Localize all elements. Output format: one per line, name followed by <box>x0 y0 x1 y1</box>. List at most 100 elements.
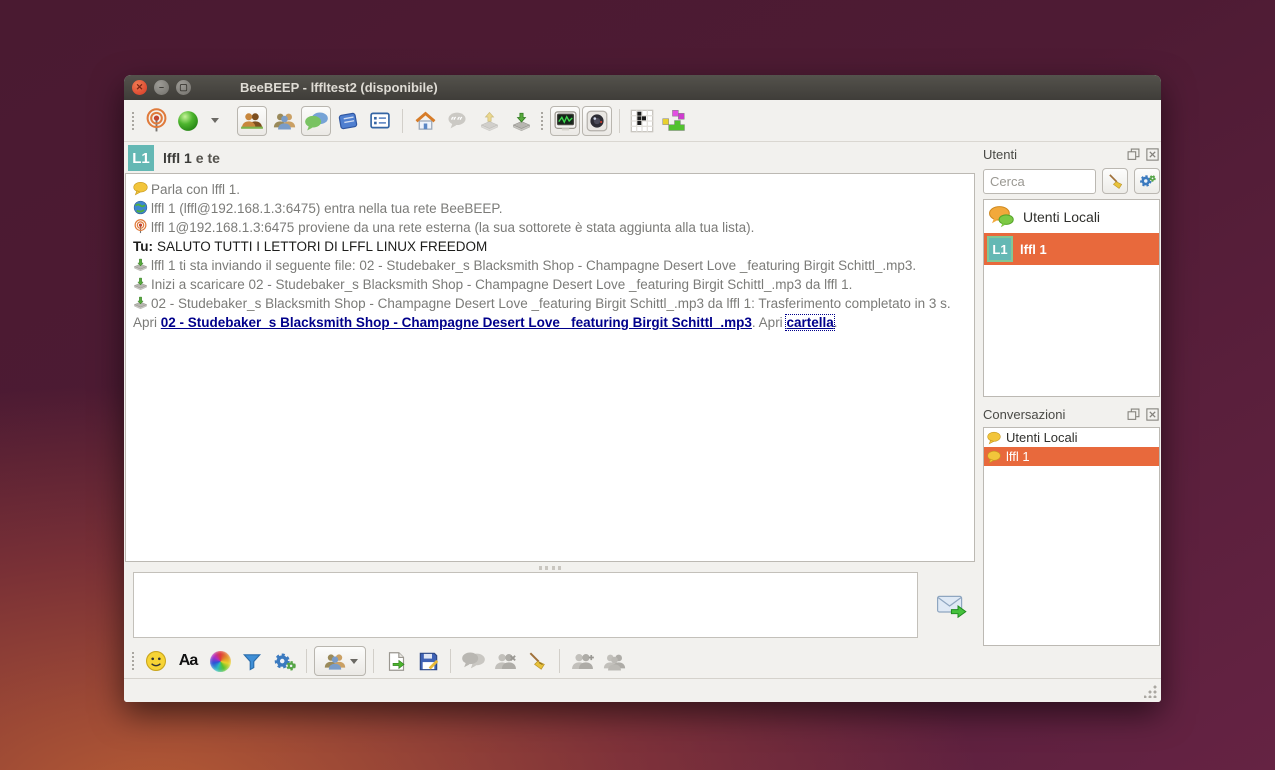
users-group-row[interactable]: Utenti Locali <box>984 200 1159 233</box>
users-icon <box>240 111 264 130</box>
message-input-box[interactable] <box>133 572 918 638</box>
conversations-list[interactable]: Utenti Locali lffl 1 <box>983 427 1160 646</box>
create-group-button[interactable] <box>567 646 597 676</box>
users-panel-titlebar: Utenti <box>983 145 1160 163</box>
save-chat-button[interactable] <box>413 646 443 676</box>
clear-bubbles-button[interactable] <box>458 646 488 676</box>
quote-bubble-icon <box>445 111 469 130</box>
users-settings-button[interactable] <box>1134 168 1160 194</box>
open-file-link[interactable]: 02 - Studebaker_s Blacksmith Shop - Cham… <box>161 315 752 330</box>
edit-group-button[interactable] <box>599 646 629 676</box>
remove-user-icon <box>493 652 518 671</box>
tetris-icon <box>661 109 687 132</box>
conversation-row[interactable]: Utenti Locali <box>984 428 1159 447</box>
file-download-icon <box>133 257 148 272</box>
broadcast-icon <box>144 108 169 133</box>
user-row-selected[interactable]: L1 lffl 1 <box>984 233 1159 265</box>
resize-grip[interactable] <box>1144 685 1157 698</box>
conversations-panel-titlebar: Conversazioni <box>983 405 1160 423</box>
group-membership-button[interactable] <box>314 646 366 676</box>
sender-label: Tu: <box>133 239 153 254</box>
scroll-icon <box>337 111 359 131</box>
globe-icon <box>133 200 148 215</box>
show-users-button[interactable] <box>237 106 267 136</box>
font-icon: Aa <box>179 652 197 670</box>
toolbar-drag-handle[interactable] <box>132 652 136 670</box>
broadcast-icon <box>133 219 148 234</box>
close-panel-button[interactable] <box>1145 147 1160 161</box>
chat-input-splitter[interactable] <box>125 565 975 571</box>
chat-message: lffl 1@192.168.1.3:6475 proviene da una … <box>133 218 967 237</box>
search-input[interactable] <box>983 169 1096 194</box>
smiley-icon <box>145 650 167 672</box>
chat-message: 02 - Studebaker_s Blacksmith Shop - Cham… <box>133 294 967 332</box>
status-available-icon <box>177 110 199 132</box>
chat-message-log[interactable]: Parla con lffl 1. lffl 1 (lffl@192.168.1… <box>125 173 975 562</box>
game-plugin-button[interactable] <box>659 106 689 136</box>
font-button[interactable]: Aa <box>173 646 203 676</box>
window-title: BeeBEEP - lffltest2 (disponibile) <box>240 80 438 95</box>
color-wheel-icon <box>210 651 231 672</box>
file-download-icon <box>133 295 148 310</box>
upload-file-icon <box>478 111 501 131</box>
user-group-icon <box>323 652 347 670</box>
float-panel-button[interactable] <box>1126 407 1141 421</box>
show-options-button[interactable] <box>365 106 395 136</box>
send-file-icon <box>386 651 407 672</box>
home-icon <box>414 111 437 131</box>
close-panel-button[interactable] <box>1145 407 1160 421</box>
float-panel-icon <box>1127 408 1140 421</box>
maximize-window-button[interactable]: ▢ <box>176 80 191 95</box>
show-groups-button[interactable] <box>269 106 299 136</box>
edit-group-icon <box>602 652 627 671</box>
users-group-label: Utenti Locali <box>1023 209 1100 225</box>
chat-settings-button[interactable] <box>269 646 299 676</box>
send-message-button[interactable] <box>932 589 972 623</box>
upload-file-button[interactable] <box>474 106 504 136</box>
broom-icon <box>1107 173 1124 190</box>
broom-icon <box>527 651 547 671</box>
code-plugin-button[interactable] <box>627 106 657 136</box>
status-button[interactable] <box>173 106 203 136</box>
font-color-button[interactable] <box>205 646 235 676</box>
chat-message: lffl 1 (lffl@192.168.1.3:6475) entra nel… <box>133 199 967 218</box>
message-input[interactable] <box>134 573 917 637</box>
status-menu-button[interactable] <box>205 106 221 136</box>
gears-icon <box>1138 173 1157 189</box>
titlebar[interactable]: ✕ – ▢ BeeBEEP - lffltest2 (disponibile) <box>124 75 1161 100</box>
chat-bubble-icon <box>987 431 1001 445</box>
chat-bubbles-icon <box>304 111 329 131</box>
float-panel-icon <box>1127 148 1140 161</box>
clear-chat-button[interactable] <box>522 646 552 676</box>
broadcast-button[interactable] <box>141 106 171 136</box>
user-name: lffl 1 <box>1020 242 1047 257</box>
chat-peer-name: lffl 1 <box>163 150 192 166</box>
chat-header: L1 lffl 1e te <box>128 144 220 172</box>
chat-title-suffix: e te <box>196 150 220 166</box>
show-chats-button[interactable] <box>301 106 331 136</box>
funnel-icon <box>242 652 262 671</box>
close-window-button[interactable]: ✕ <box>132 80 147 95</box>
show-activities-button[interactable] <box>333 106 363 136</box>
send-file-button[interactable] <box>381 646 411 676</box>
open-folder-link[interactable]: cartella <box>786 315 833 330</box>
home-chat-button[interactable] <box>410 106 440 136</box>
conversation-row-selected[interactable]: lffl 1 <box>984 447 1159 466</box>
leave-chat-button[interactable] <box>490 646 520 676</box>
quoted-messages-button[interactable] <box>442 106 472 136</box>
screenshot-button[interactable] <box>550 106 580 136</box>
toolbar-drag-handle[interactable] <box>541 112 545 130</box>
main-toolbar <box>124 100 1161 142</box>
float-panel-button[interactable] <box>1126 147 1141 161</box>
download-file-button[interactable] <box>506 106 536 136</box>
emoticon-button[interactable] <box>141 646 171 676</box>
webcam-button[interactable] <box>582 106 612 136</box>
gray-chat-bubbles-icon <box>461 651 486 671</box>
toolbar-drag-handle[interactable] <box>132 112 136 130</box>
close-icon <box>1146 148 1159 161</box>
filter-button[interactable] <box>237 646 267 676</box>
minimize-window-button[interactable]: – <box>154 80 169 95</box>
clear-search-button[interactable] <box>1102 168 1128 194</box>
users-list[interactable]: Utenti Locali L1 lffl 1 <box>983 199 1160 397</box>
chat-message: Inizi a scaricare 02 - Studebaker_s Blac… <box>133 275 967 294</box>
